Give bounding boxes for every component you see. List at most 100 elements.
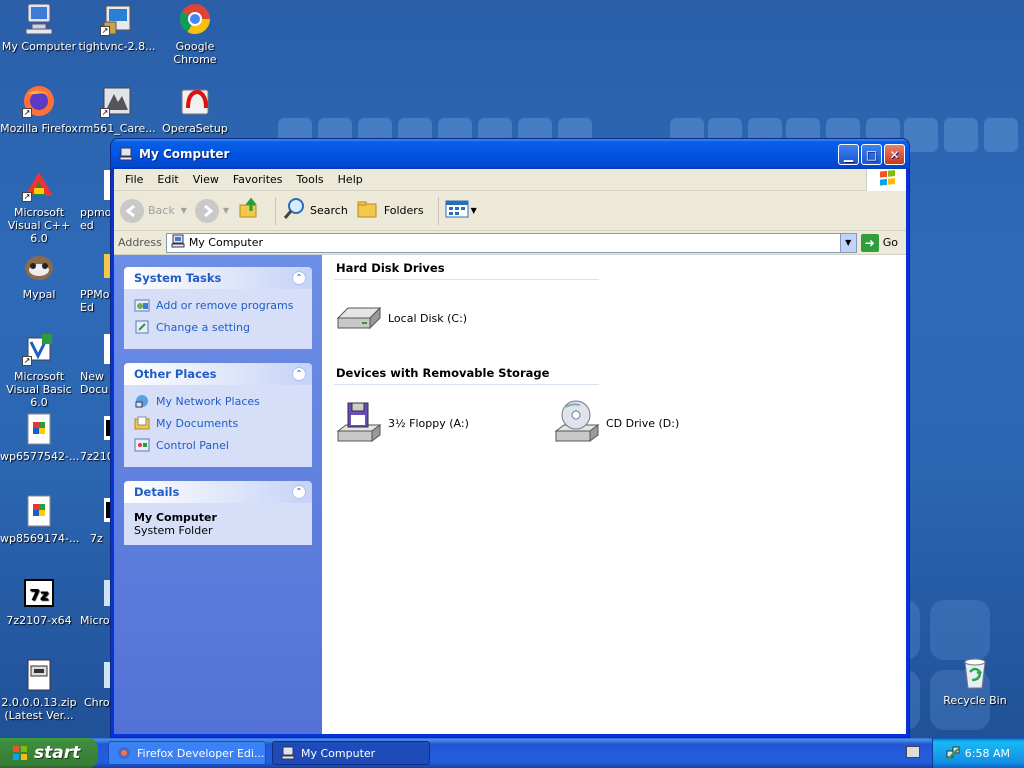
desktop-icon-label: Recycle Bin xyxy=(943,694,1007,707)
floppy-a-label: 3½ Floppy (A:) xyxy=(388,416,469,430)
maximize-icon: □ xyxy=(865,147,878,162)
taskbar-item-label: My Computer xyxy=(301,746,376,760)
forward-button[interactable]: ▼ xyxy=(194,198,230,223)
desktop-icon-mozilla-firefox[interactable]: ↗ Mozilla Firefox xyxy=(0,84,78,135)
views-button[interactable]: ▼ xyxy=(445,199,477,222)
opera-setup-icon xyxy=(178,84,212,118)
details-panel: Details ⌃ My Computer System Folder xyxy=(124,481,312,545)
search-icon xyxy=(282,197,306,224)
other-places-header[interactable]: Other Places ⌃ xyxy=(124,363,312,385)
close-button[interactable]: ✕ xyxy=(884,144,905,165)
add-remove-programs-icon xyxy=(134,297,150,313)
address-input[interactable]: My Computer ▼ xyxy=(165,232,857,253)
search-button[interactable]: Search xyxy=(282,197,348,224)
add-remove-programs-link[interactable]: Add or remove programs xyxy=(134,297,302,313)
menu-help[interactable]: Help xyxy=(331,173,370,186)
dropdown-arrow-icon: ▼ xyxy=(222,206,230,215)
folders-label: Folders xyxy=(383,204,424,217)
address-dropdown-button[interactable]: ▼ xyxy=(839,233,856,252)
desktop-icon-label: Chron xyxy=(84,696,112,709)
desktop-icon-7z2107-x64[interactable]: 7z 7z2107-x64 xyxy=(0,576,78,627)
window-content: System Tasks ⌃ Add or remove programs Ch… xyxy=(114,255,906,734)
local-disk-c[interactable]: Local Disk (C:) xyxy=(334,294,552,342)
menu-view[interactable]: View xyxy=(186,173,226,186)
folders-button[interactable]: Folders xyxy=(356,197,424,224)
back-button[interactable]: Back ▼ xyxy=(120,198,187,223)
keyboard-icon[interactable] xyxy=(906,746,920,758)
control-panel-label: Control Panel xyxy=(156,438,229,452)
desktop-icon-google-chrome[interactable]: Google Chrome xyxy=(156,2,234,66)
other-places-panel: Other Places ⌃ My Network Places My Docu… xyxy=(124,363,312,467)
toolbar-separator xyxy=(437,196,439,225)
cd-drive-d[interactable]: CD Drive (D:) xyxy=(552,399,770,447)
desktop-icon-tightvnc[interactable]: ↗ tightvnc-2.8... xyxy=(78,2,156,53)
desktop-icon-label: My Computer xyxy=(1,40,77,53)
desktop-icon-recycle-bin[interactable]: Recycle Bin xyxy=(936,656,1014,707)
firefox-icon xyxy=(117,746,131,760)
desktop-icon-7z210[interactable]: 7z210 xyxy=(78,412,112,463)
desktop-icon-chrome-2[interactable]: Chron xyxy=(78,658,112,709)
collapse-icon[interactable]: ⌃ xyxy=(292,367,306,381)
forward-arrow-icon xyxy=(194,198,219,223)
window-titlebar[interactable]: My Computer ▁ □ ✕ xyxy=(111,139,909,169)
desktop-icon-new-document[interactable]: New Docu xyxy=(78,332,112,396)
desktop-icon-microsoft[interactable]: Micros xyxy=(78,576,112,627)
collapse-icon[interactable]: ⌃ xyxy=(292,485,306,499)
toolbar: Back ▼ ▼ Search Folders ▼ xyxy=(114,191,906,231)
clock[interactable]: 6:58 AM xyxy=(965,747,1010,760)
folders-icon xyxy=(356,197,380,224)
visual-cpp-icon: ↗ xyxy=(22,168,56,202)
desktop-icon-label: Mozilla Firefox xyxy=(0,122,78,135)
dropdown-arrow-icon: ▼ xyxy=(470,206,477,215)
my-documents-link[interactable]: My Documents xyxy=(134,415,302,431)
desktop-icon-zip-file[interactable]: 2.0.0.0.13.zip (Latest Ver... xyxy=(0,658,78,722)
desktop-icon-visual-basic[interactable]: ↗ Microsoft Visual Basic 6.0 xyxy=(0,332,78,409)
details-header[interactable]: Details ⌃ xyxy=(124,481,312,503)
task-pane: System Tasks ⌃ Add or remove programs Ch… xyxy=(114,255,322,734)
change-setting-link[interactable]: Change a setting xyxy=(134,319,302,335)
installer-icon: ↗ xyxy=(100,2,134,36)
desktop-icon-7z[interactable]: 7z xyxy=(78,494,112,545)
control-panel-link[interactable]: Control Panel xyxy=(134,437,302,453)
up-folder-button[interactable] xyxy=(237,197,261,224)
desktop-icon-ppmod[interactable]: ppmod... ed xyxy=(78,168,112,232)
7zip-icon: 7z xyxy=(22,576,56,610)
desktop-icon-wp6577542[interactable]: wp6577542-... xyxy=(0,412,80,463)
desktop-icon-label: OperaSetup xyxy=(162,122,228,135)
menu-file[interactable]: File xyxy=(118,173,150,186)
desktop-icon-wp8569174[interactable]: wp8569174-... xyxy=(0,494,79,545)
mypal-icon xyxy=(22,250,56,284)
desktop-icon-rm561[interactable]: ↗ rm561_Care... xyxy=(78,84,156,135)
control-panel-icon xyxy=(134,437,150,453)
network-icon xyxy=(134,393,150,409)
menu-favorites[interactable]: Favorites xyxy=(226,173,290,186)
my-network-places-link[interactable]: My Network Places xyxy=(134,393,302,409)
taskbar-item-my-computer[interactable]: My Computer xyxy=(272,741,430,765)
maximize-button[interactable]: □ xyxy=(861,144,882,165)
collapse-icon[interactable]: ⌃ xyxy=(292,271,306,285)
start-button[interactable]: start xyxy=(0,738,98,768)
system-tasks-header[interactable]: System Tasks ⌃ xyxy=(124,267,312,289)
removable-storage-group: 3½ Floppy (A:) CD Drive (D:) xyxy=(334,399,894,447)
desktop-icon-ppmod-2[interactable]: PPMod... Ed xyxy=(78,250,112,314)
minimize-button[interactable]: ▁ xyxy=(838,144,859,165)
taskbar-item-firefox[interactable]: Firefox Developer Edi... xyxy=(108,741,266,765)
details-title: Details xyxy=(134,485,180,499)
desktop-icon-mypal[interactable]: Mypal xyxy=(0,250,78,301)
folder-view: Hard Disk Drives Local Disk (C:) Devices… xyxy=(322,255,906,734)
document-icon: ↗ xyxy=(100,84,134,118)
my-network-places-label: My Network Places xyxy=(156,394,260,408)
desktop-icon-opera-setup[interactable]: OperaSetup xyxy=(156,84,234,135)
system-tray: 6:58 AM xyxy=(932,738,1024,768)
go-button[interactable]: ➜ Go xyxy=(857,233,906,252)
network-tray-icon[interactable] xyxy=(945,745,961,764)
desktop-icon-label: wp6577542-... xyxy=(0,450,80,463)
back-label: Back xyxy=(148,204,175,217)
zip-file-icon xyxy=(22,658,56,692)
desktop-icon-my-computer[interactable]: My Computer xyxy=(0,2,78,53)
image-file-icon xyxy=(22,494,56,528)
menu-tools[interactable]: Tools xyxy=(290,173,331,186)
floppy-a[interactable]: 3½ Floppy (A:) xyxy=(334,399,552,447)
desktop-icon-visual-cpp[interactable]: ↗ Microsoft Visual C++ 6.0 xyxy=(0,168,78,245)
menu-edit[interactable]: Edit xyxy=(150,173,185,186)
